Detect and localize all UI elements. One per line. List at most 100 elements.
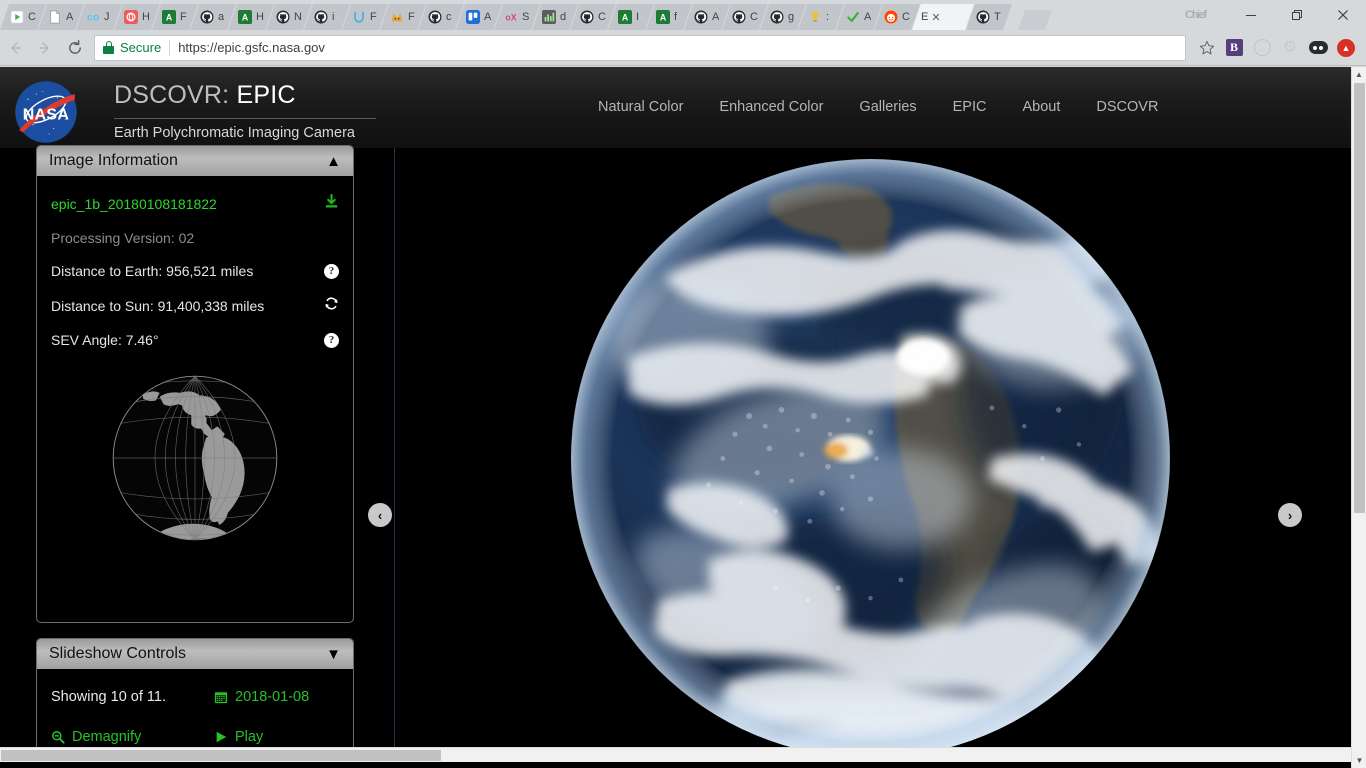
tab-item[interactable]: g [760, 4, 806, 30]
tab-label: F [370, 11, 377, 23]
window-controls: Chief [1185, 0, 1366, 30]
nasa-logo-icon[interactable]: NASA [14, 80, 78, 144]
chevron-down-icon[interactable]: ▼ [326, 647, 341, 662]
tab-favicon [541, 10, 556, 25]
nav-item-epic[interactable]: EPIC [935, 99, 1005, 115]
tab-item[interactable]: AI [608, 4, 654, 30]
nav-item-dscovr[interactable]: DSCOVR [1078, 99, 1176, 115]
tab-item[interactable]: i [304, 4, 350, 30]
gear-extension-icon[interactable]: ⚙ [1276, 34, 1304, 62]
calendar-icon [214, 690, 228, 704]
slideshow-controls-header[interactable]: Slideshow Controls ▼ [37, 639, 353, 669]
previous-arrow-icon: ‹ [377, 507, 383, 523]
help-icon-sev[interactable]: ? [324, 332, 339, 348]
tab-active[interactable]: E ✕ [912, 4, 974, 30]
help-icon[interactable]: ? [324, 263, 339, 279]
svg-text:A: A [165, 13, 172, 23]
tab-item[interactable]: d [532, 4, 578, 30]
tab-label: A [864, 11, 872, 23]
demagnify-button[interactable]: Demagnify [51, 729, 214, 745]
tab-label: S [522, 11, 530, 23]
tab-favicon [427, 10, 442, 25]
image-filename-link[interactable]: epic_1b_20180108181822 [51, 196, 217, 212]
close-button[interactable] [1320, 0, 1366, 30]
tab-item[interactable]: co J [76, 4, 122, 30]
tab-label: H [256, 11, 264, 23]
vertical-scrollbar-thumb[interactable] [1354, 83, 1365, 513]
minimize-button[interactable] [1228, 0, 1274, 30]
download-icon[interactable] [324, 193, 339, 213]
scroll-up-arrow-icon[interactable]: ▲ [1352, 67, 1366, 82]
tab-label: f [674, 11, 678, 23]
browser-toolbar: Secure https://epic.gsfc.nasa.gov B … ⚙ … [0, 30, 1366, 66]
slideshow-controls-panel: Slideshow Controls ▼ Showing 10 of 11. 2… [36, 638, 354, 762]
back-button[interactable] [0, 33, 30, 63]
showing-count: Showing 10 of 11. [51, 689, 214, 705]
tab-label: d [560, 11, 567, 23]
earth-image[interactable] [567, 155, 1174, 762]
next-image-button[interactable]: › [1278, 503, 1302, 527]
svg-text:oX: oX [505, 13, 516, 23]
tab-favicon: A [161, 10, 176, 25]
dark-oval-extension-icon[interactable] [1304, 34, 1332, 62]
horizontal-scrollbar[interactable] [0, 747, 1351, 762]
previous-image-button[interactable]: ‹ [368, 503, 392, 527]
date-display[interactable]: 2018-01-08 [214, 689, 353, 705]
tab-item[interactable]: C [0, 4, 46, 30]
nav-item-natural-color[interactable]: Natural Color [580, 99, 701, 115]
tab-label: T [994, 11, 1001, 23]
tab-favicon [465, 10, 480, 25]
tab-item[interactable]: F [380, 4, 426, 30]
chevron-up-icon[interactable]: ▲ [326, 154, 341, 169]
next-arrow-icon: › [1287, 507, 1293, 523]
tab-item[interactable]: N [266, 4, 312, 30]
tab-item[interactable]: A [456, 4, 502, 30]
processing-version-label: Processing Version: 02 [51, 230, 195, 246]
scroll-down-arrow-icon[interactable]: ▼ [1352, 753, 1366, 768]
tab-item[interactable]: c [418, 4, 464, 30]
tab-close-icon[interactable]: ✕ [931, 11, 940, 24]
circle-extension-icon[interactable]: … [1248, 34, 1276, 62]
bootstrap-extension-icon[interactable]: B [1220, 34, 1248, 62]
vertical-scrollbar[interactable]: ▲ ▼ [1351, 67, 1366, 768]
tab-favicon: A [617, 10, 632, 25]
tab-label: H [142, 11, 150, 23]
address-bar[interactable]: Secure https://epic.gsfc.nasa.gov [94, 34, 1186, 61]
tab-item[interactable]: F [342, 4, 388, 30]
forward-button[interactable] [30, 33, 60, 63]
tab-item[interactable]: C [570, 4, 616, 30]
maximize-button[interactable] [1274, 0, 1320, 30]
red-badge-extension-icon[interactable]: ▲ [1332, 34, 1360, 62]
tab-item[interactable]: C [874, 4, 920, 30]
site-title: DSCOVR: EPIC [114, 81, 376, 110]
nav-item-galleries[interactable]: Galleries [841, 99, 934, 115]
new-tab-button[interactable] [1018, 10, 1052, 30]
bookmark-star-icon[interactable] [1194, 35, 1220, 61]
tab-item[interactable]: oX S [494, 4, 540, 30]
reload-button[interactable] [60, 33, 90, 63]
svg-text:A: A [621, 13, 628, 23]
horizontal-scrollbar-thumb[interactable] [1, 750, 441, 761]
tab-item[interactable]: H [114, 4, 160, 30]
tab-item[interactable]: A [38, 4, 84, 30]
tab-item[interactable]: A [684, 4, 730, 30]
refresh-icon[interactable] [324, 296, 339, 315]
tab-label: C [28, 11, 36, 23]
play-button[interactable]: Play [214, 729, 353, 745]
tab-item[interactable]: T [966, 4, 1012, 30]
tab-item[interactable]: AF [152, 4, 198, 30]
tab-favicon [845, 10, 860, 25]
image-information-title: Image Information [49, 152, 178, 169]
tab-item[interactable]: C [722, 4, 768, 30]
tab-item[interactable]: A [836, 4, 882, 30]
nav-item-about[interactable]: About [1004, 99, 1078, 115]
tab-item[interactable]: a [190, 4, 236, 30]
security-label: Secure [120, 40, 162, 55]
image-information-header[interactable]: Image Information ▲ [37, 146, 353, 176]
tab-item[interactable]: AH [228, 4, 274, 30]
tab-item[interactable]: Af [646, 4, 692, 30]
site-header: NASA DSCOVR: EPIC Earth Polychromatic Im… [0, 67, 1351, 148]
tab-item[interactable]: : [798, 4, 844, 30]
nav-item-enhanced-color[interactable]: Enhanced Color [701, 99, 841, 115]
showing-count-label: Showing 10 of 11. [51, 689, 167, 705]
